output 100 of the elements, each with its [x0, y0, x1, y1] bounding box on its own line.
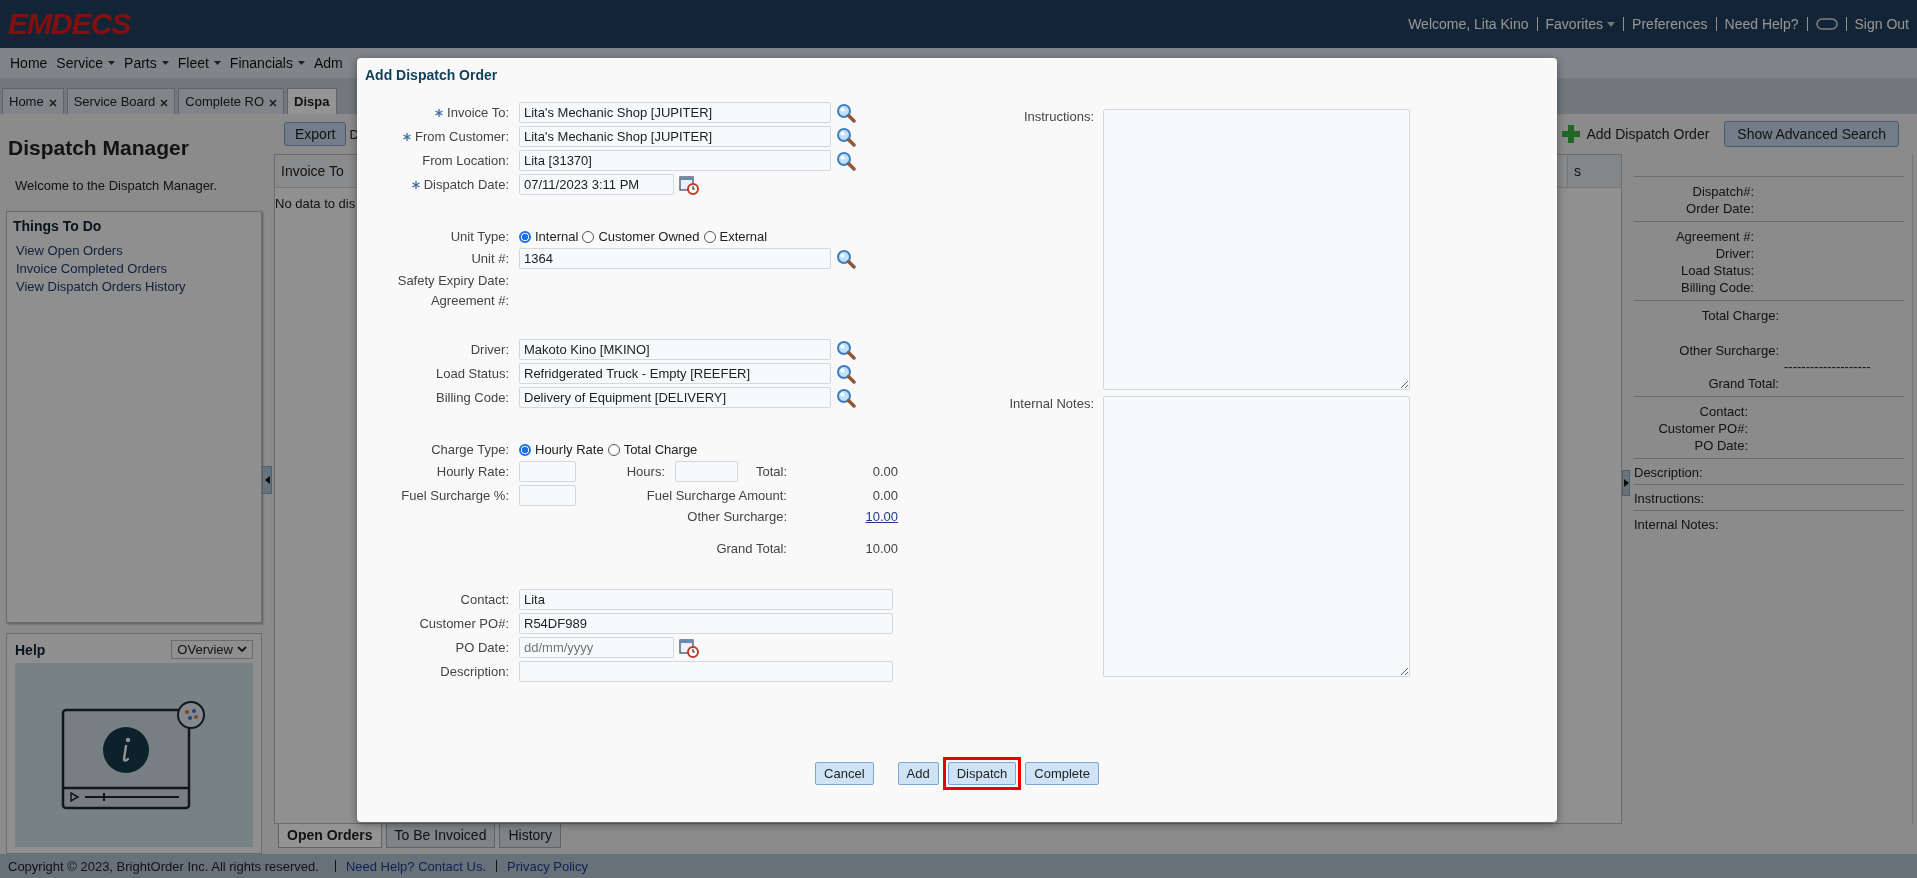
add-dispatch-order-link[interactable]: Add Dispatch Order [1562, 125, 1710, 143]
todo-link[interactable]: View Open Orders [13, 243, 255, 258]
calendar-clock-icon[interactable] [679, 637, 699, 658]
radio-button[interactable] [519, 230, 531, 243]
search-icon[interactable] [836, 102, 856, 123]
field-label: Invoice To: [357, 105, 519, 120]
other-surcharge-link[interactable]: 10.00 [865, 509, 898, 524]
welcome-text: Welcome, Lita Kino [1408, 16, 1529, 32]
lookup-field[interactable]: Makoto Kino [MKINO] [519, 339, 831, 360]
close-icon[interactable] [160, 99, 169, 107]
toggle-icon[interactable] [1815, 18, 1838, 30]
dialog-button[interactable]: Add [897, 762, 939, 785]
menu-item[interactable]: Service [56, 55, 116, 71]
lookup-field[interactable]: Lita's Mechanic Shop [JUPITER] [519, 126, 831, 147]
detail-label: Other Surcharge: [1678, 342, 1779, 359]
panel-title: Help [15, 641, 46, 658]
radio-option[interactable]: External [703, 229, 768, 244]
tab[interactable]: Service Board [66, 88, 176, 114]
field-label: Unit Type: [449, 229, 510, 244]
field-label: Hourly Rate: [435, 464, 510, 479]
close-icon[interactable] [48, 99, 57, 107]
menu-item[interactable]: Parts [124, 55, 169, 71]
field-label: Description: [439, 664, 510, 679]
dialog-title: Add Dispatch Order [364, 66, 499, 85]
search-icon[interactable] [836, 126, 856, 147]
field-label: Driver: [469, 342, 510, 357]
help-topic-select[interactable]: OVerview [171, 640, 253, 660]
radio-button[interactable] [703, 230, 716, 243]
column-header[interactable]: s [1567, 155, 1621, 187]
radio-button[interactable] [582, 230, 595, 243]
menu-item[interactable]: Financials [229, 55, 305, 71]
header-link[interactable]: Need Help? [1724, 16, 1799, 32]
search-icon[interactable] [836, 248, 856, 269]
search-icon[interactable] [836, 363, 856, 384]
field-label: Billing Code: [435, 390, 510, 405]
lookup-field[interactable]: Lita [31370] [519, 150, 831, 171]
todo-link[interactable]: Invoice Completed Orders [13, 261, 255, 276]
search-icon[interactable] [836, 387, 856, 408]
field-label: Fuel Surcharge Amount: [645, 488, 788, 503]
page-title: Dispatch Manager [8, 136, 190, 160]
header-link[interactable]: Preferences [1632, 16, 1708, 32]
field-label: Instructions: [1022, 109, 1095, 124]
hours-field[interactable] [675, 461, 738, 482]
detail-label: Grand Total: [1707, 375, 1779, 392]
date-field[interactable]: dd/mm/yyyy [519, 637, 674, 658]
empty-message: No data to dis [275, 195, 357, 213]
video-thumbnail[interactable] [15, 663, 253, 847]
dialog-button[interactable]: Complete [1025, 762, 1099, 785]
header-link[interactable]: Sign Out [1854, 16, 1909, 32]
search-icon[interactable] [836, 339, 856, 360]
fuel-surcharge-field[interactable] [519, 485, 576, 506]
radio-button[interactable] [607, 443, 620, 456]
radio-button[interactable] [519, 443, 531, 456]
favorites-menu[interactable]: Favorites [1545, 16, 1616, 32]
notes-field[interactable] [1103, 396, 1410, 677]
todo-link[interactable]: View Dispatch Orders History [13, 279, 255, 294]
text-field[interactable]: Lita [519, 589, 893, 610]
required-icon [435, 109, 444, 117]
dialog-button[interactable]: Dispatch [947, 762, 1017, 785]
notes-field[interactable] [1103, 109, 1410, 390]
detail-label: Driver: [1714, 245, 1754, 262]
radio-option[interactable]: Internal [519, 229, 579, 244]
lookup-field[interactable]: Lita's Mechanic Shop [JUPITER] [519, 102, 831, 123]
dialog-button[interactable]: Cancel [815, 762, 874, 785]
orders-tab[interactable]: History [499, 824, 561, 848]
advanced-search-button[interactable]: Show Advanced Search [1724, 121, 1899, 147]
text-field[interactable]: R54DF989 [519, 613, 893, 634]
orders-tab[interactable]: To Be Invoiced [385, 824, 496, 848]
menu-item[interactable]: Home [10, 55, 48, 71]
search-icon[interactable] [836, 150, 856, 171]
lookup-field[interactable]: 1364 [519, 248, 831, 269]
detail-label: PO Date: [1693, 437, 1748, 454]
hourly-rate-field[interactable] [519, 461, 576, 482]
date-field[interactable]: 07/11/2023 3:11 PM [519, 174, 674, 195]
column-header[interactable]: Invoice To [275, 163, 350, 179]
required-icon [411, 181, 420, 189]
expand-handle[interactable] [1622, 470, 1630, 496]
menu-item[interactable]: Fleet [177, 55, 221, 71]
radio-option[interactable]: Customer Owned [582, 229, 700, 244]
tab[interactable]: Home [2, 88, 64, 114]
footer-link[interactable]: Privacy Policy [507, 858, 588, 874]
text-field[interactable] [519, 661, 893, 682]
field-label: Other Surcharge: [686, 509, 788, 524]
field-label: Agreement #: [429, 293, 510, 308]
calendar-clock-icon[interactable] [679, 174, 699, 195]
collapse-handle[interactable] [262, 466, 272, 494]
radio-option[interactable]: Total Charge [607, 442, 698, 457]
caret-icon [108, 61, 116, 65]
tab[interactable]: Dispa [287, 88, 337, 114]
field-label: Customer PO#: [418, 616, 510, 631]
close-icon[interactable] [269, 99, 278, 107]
tab[interactable]: Complete RO [178, 88, 285, 114]
lookup-field[interactable]: Delivery of Equipment [DELIVERY] [519, 387, 831, 408]
radio-option[interactable]: Hourly Rate [519, 442, 604, 457]
export-button[interactable]: Export [284, 122, 347, 146]
lookup-field[interactable]: Refridgerated Truck - Empty [REEFER] [519, 363, 831, 384]
orders-tab[interactable]: Open Orders [278, 824, 382, 848]
field-label: Dispatch Date: [357, 177, 519, 192]
menu-item[interactable]: Adm [313, 55, 343, 71]
footer-link[interactable]: Need Help? Contact Us. [345, 858, 487, 874]
